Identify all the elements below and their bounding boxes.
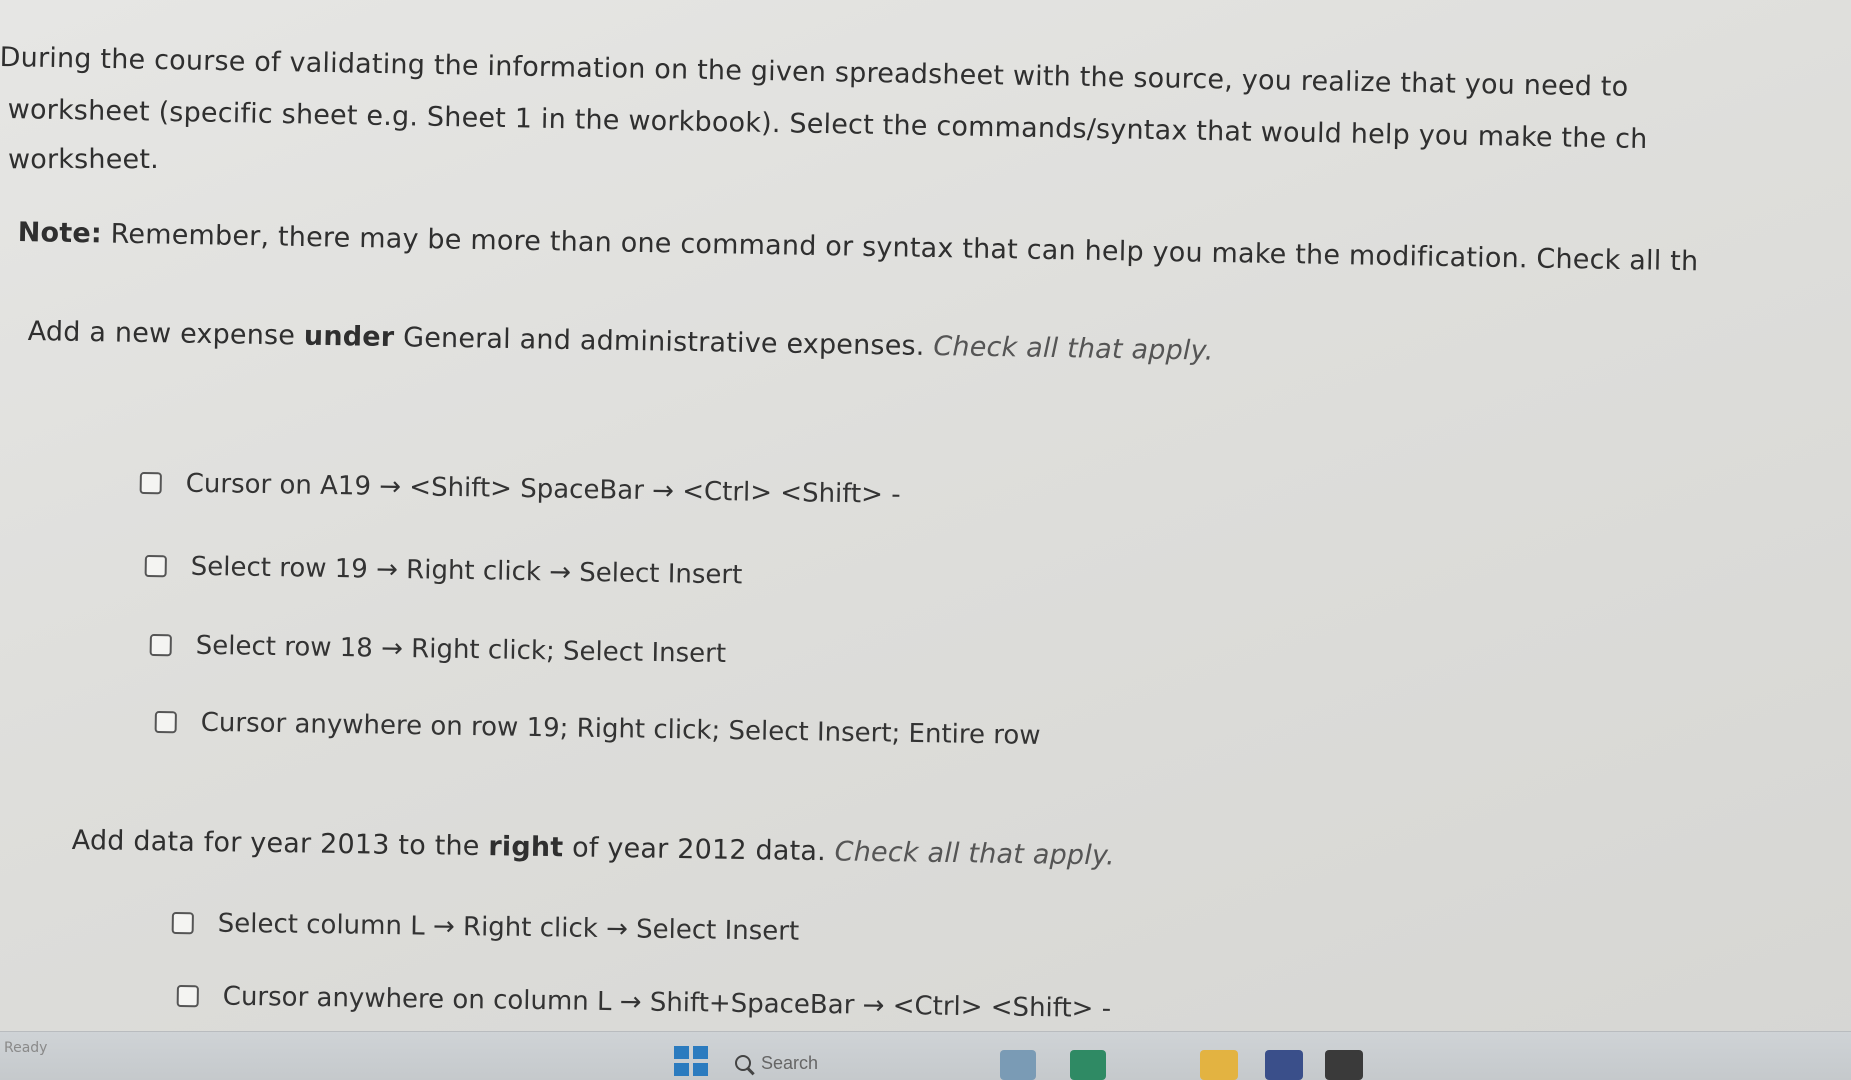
search-icon [735, 1055, 751, 1071]
option-label: Select row 18 → Right click; Select Inse… [195, 630, 727, 670]
section2-prompt-italic: Check all that apply. [834, 836, 1116, 872]
note-text: Remember, there may be more than one com… [101, 218, 1699, 278]
file-explorer-icon[interactable] [1200, 1050, 1238, 1080]
section2-prompt-end: of year 2012 data. [563, 832, 835, 868]
app-icon[interactable] [1070, 1050, 1106, 1080]
checkbox[interactable] [144, 554, 167, 578]
search-placeholder: Search [761, 1052, 819, 1073]
section2-prompt-bold: right [488, 831, 564, 864]
section1-prompt-bold: under [303, 320, 395, 354]
checkbox[interactable] [171, 911, 194, 935]
option-label: Cursor anywhere on column L → Shift+Spac… [222, 981, 1112, 1025]
weather-icon[interactable] [1000, 1050, 1036, 1080]
note-line: Note: Remember, there may be more than o… [17, 217, 1698, 277]
section1-prompt-italic: Check all that apply. [933, 331, 1214, 367]
app-icon[interactable] [1325, 1050, 1363, 1080]
option-label: Select column L → Right click → Select I… [217, 908, 800, 947]
section1-prompt-start: Add a new expense [27, 316, 305, 352]
checkbox[interactable] [154, 710, 177, 734]
section1-prompt-end: General and administrative expenses. [394, 322, 934, 363]
section2-prompt-start: Add data for year 2013 to the [71, 825, 489, 863]
checkbox[interactable] [149, 633, 172, 657]
checkbox[interactable] [139, 471, 162, 495]
checkbox[interactable] [176, 984, 199, 1008]
section1-option-1[interactable]: Cursor on A19 → <Shift> SpaceBar → <Ctrl… [139, 468, 901, 510]
start-icon[interactable] [674, 1046, 708, 1076]
section1-option-2[interactable]: Select row 19 → Right click → Select Ins… [144, 551, 743, 591]
section1-option-4[interactable]: Cursor anywhere on row 19; Right click; … [154, 707, 1041, 751]
note-label: Note: [17, 217, 103, 250]
question-line-3: worksheet. [8, 144, 159, 175]
store-icon[interactable] [1265, 1050, 1303, 1080]
section1-prompt: Add a new expense under General and admi… [27, 316, 1213, 367]
question-line-2: worksheet (specific sheet e.g. Sheet 1 i… [7, 94, 1648, 156]
option-label: Select row 19 → Right click → Select Ins… [190, 551, 743, 591]
option-label: Cursor on A19 → <Shift> SpaceBar → <Ctrl… [185, 468, 901, 510]
option-label: Cursor anywhere on row 19; Right click; … [200, 707, 1041, 751]
section2-option-2[interactable]: Cursor anywhere on column L → Shift+Spac… [176, 981, 1112, 1025]
taskbar-search[interactable]: Search [735, 1046, 985, 1080]
section1-option-3[interactable]: Select row 18 → Right click; Select Inse… [149, 630, 727, 670]
section2-prompt: Add data for year 2013 to the right of y… [72, 825, 1116, 871]
status-text: Ready [4, 1040, 48, 1056]
taskbar: Ready Search [0, 1031, 1851, 1080]
question-line-1: During the course of validating the info… [0, 42, 1629, 103]
section2-option-1[interactable]: Select column L → Right click → Select I… [171, 908, 800, 947]
